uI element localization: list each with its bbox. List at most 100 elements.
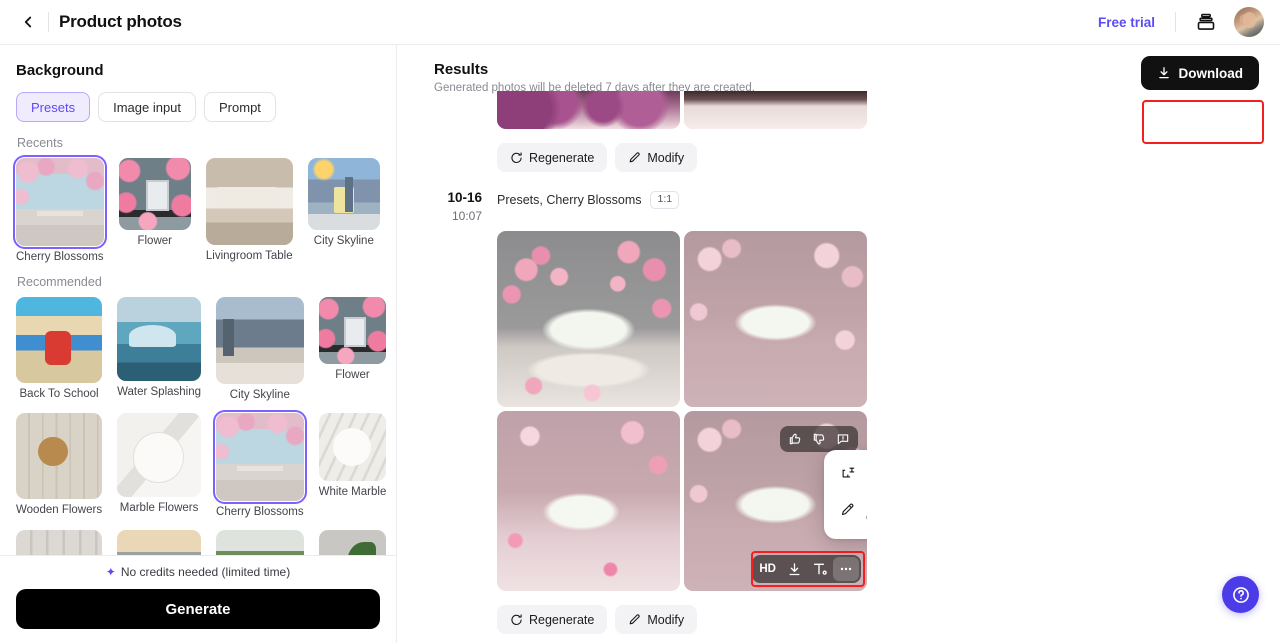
sidebar-scroll-area[interactable]: Background Presets Image input Prompt Re… xyxy=(0,45,396,555)
preset-row4-2[interactable] xyxy=(117,529,202,555)
context-menu-edit-in-image-editor[interactable]: Edit in image editor xyxy=(824,487,867,531)
preset-cherry-blossoms[interactable]: Cherry Blossoms xyxy=(13,155,107,263)
results-scroll-area[interactable]: Regenerate Modify 10-16 10:07 Presets, C… xyxy=(397,91,1280,643)
result-image-4[interactable]: HD xyxy=(684,411,867,591)
context-menu-edit-label: Edit in image editor xyxy=(866,494,867,524)
preset-label: Flower xyxy=(137,235,172,248)
preset-label: Cherry Blossoms xyxy=(16,250,104,263)
tab-presets[interactable]: Presets xyxy=(16,92,91,122)
image-stack-button[interactable] xyxy=(1190,6,1222,38)
more-options-button[interactable] xyxy=(833,557,859,581)
preset-grid-recents: Cherry Blossoms Flower Livingroom Table … xyxy=(13,155,380,263)
image-context-menu: Resize Edit in image editor xyxy=(824,450,867,539)
preset-label: Flower xyxy=(335,369,370,382)
preset-label: City Skyline xyxy=(229,389,290,402)
result-block-current: 10-16 10:07 Presets, Cherry Blossoms 1:1 xyxy=(397,172,1280,634)
preset-grid-recommended: Back To School Water Splashing City Skyl… xyxy=(16,296,387,555)
preset-flower-2[interactable]: Flower xyxy=(318,296,387,402)
image-download-button[interactable] xyxy=(781,557,807,581)
image-toolbar: HD xyxy=(752,555,861,583)
result-image-1[interactable] xyxy=(497,231,680,407)
topbar-divider-2 xyxy=(1175,12,1176,32)
preset-thumbnail xyxy=(216,296,304,385)
hd-button[interactable]: HD xyxy=(754,557,781,581)
rating-toolbar xyxy=(780,426,858,452)
preset-thumbnail xyxy=(16,529,103,555)
pencil-icon xyxy=(628,151,641,164)
preset-white-marble[interactable]: White Marble xyxy=(318,413,387,518)
preset-thumbnail xyxy=(216,529,304,555)
preset-thumbnail xyxy=(16,413,103,500)
main-body: Background Presets Image input Prompt Re… xyxy=(0,45,1280,643)
context-menu-resize[interactable]: Resize xyxy=(824,458,867,487)
modify-button-previous[interactable]: Modify xyxy=(615,143,698,172)
topbar-divider xyxy=(48,12,49,32)
preset-row4-1[interactable] xyxy=(16,529,103,555)
avatar[interactable] xyxy=(1234,7,1264,37)
preset-label: Wooden Flowers xyxy=(16,504,103,517)
preset-thumbnail xyxy=(213,410,307,504)
preset-thumbnail xyxy=(318,413,387,481)
result-image-3[interactable] xyxy=(497,411,680,591)
preset-thumbnail xyxy=(13,155,107,249)
preset-water-splashing[interactable]: Water Splashing xyxy=(117,296,202,402)
context-menu-resize-label: Resize xyxy=(866,465,867,480)
regenerate-button-previous[interactable]: Regenerate xyxy=(497,143,608,172)
background-section-title: Background xyxy=(16,62,104,79)
image-stack-icon xyxy=(1196,12,1216,32)
thumbs-up-button[interactable] xyxy=(784,428,806,450)
preset-row4-4[interactable] xyxy=(318,529,387,555)
result-actions-previous: Regenerate Modify xyxy=(434,129,1256,172)
result-images-grid: HD xyxy=(497,231,1256,591)
page-title: Product photos xyxy=(59,12,182,31)
refresh-icon xyxy=(510,151,523,164)
preset-city-skyline[interactable]: City Skyline xyxy=(307,158,380,263)
result-images-clipped xyxy=(497,91,1256,129)
tab-prompt[interactable]: Prompt xyxy=(204,92,276,122)
result-header-row: 10-16 10:07 Presets, Cherry Blossoms 1:1 xyxy=(434,172,1256,223)
tab-image-input[interactable]: Image input xyxy=(98,92,197,122)
topbar-right-group: Free trial xyxy=(1092,6,1264,38)
result-image-2[interactable] xyxy=(684,231,867,407)
preset-back-to-school[interactable]: Back To School xyxy=(16,296,103,402)
app-root: Product photos Free trial Background Pre… xyxy=(0,0,1280,643)
help-button[interactable] xyxy=(1222,576,1259,613)
result-meta: Presets, Cherry Blossoms 1:1 xyxy=(497,190,680,209)
result-meta-text: Presets, Cherry Blossoms xyxy=(497,192,642,207)
result-image-prev-2[interactable] xyxy=(684,91,867,129)
preset-thumbnail xyxy=(307,158,380,231)
results-title: Results xyxy=(434,61,489,78)
preset-city-skyline-2[interactable]: City Skyline xyxy=(216,296,304,402)
download-button-label: Download xyxy=(1178,65,1244,81)
preset-thumbnail xyxy=(205,158,293,245)
preset-label: Livingroom Table xyxy=(205,249,293,262)
download-button[interactable]: Download xyxy=(1140,56,1259,90)
help-circle-icon xyxy=(1231,585,1251,605)
thumbs-down-button[interactable] xyxy=(808,428,830,450)
modify-button[interactable]: Modify xyxy=(615,605,698,634)
text-tool-button[interactable] xyxy=(807,557,833,581)
preset-thumbnail xyxy=(318,529,387,555)
result-actions-current: Regenerate Modify xyxy=(434,591,1256,634)
refresh-icon xyxy=(510,613,523,626)
regenerate-button[interactable]: Regenerate xyxy=(497,605,608,634)
pencil-icon xyxy=(628,613,641,626)
download-icon xyxy=(1157,66,1171,80)
generate-button[interactable]: Generate xyxy=(16,589,380,629)
result-image-prev-1[interactable] xyxy=(497,91,680,129)
preset-flower[interactable]: Flower xyxy=(118,158,191,263)
preset-marble-flowers[interactable]: Marble Flowers xyxy=(117,413,202,518)
preset-label: Water Splashing xyxy=(117,385,202,398)
results-panel: Results Generated photos will be deleted… xyxy=(397,45,1280,643)
preset-row4-3[interactable] xyxy=(216,529,304,555)
preset-label: White Marble xyxy=(318,485,387,498)
preset-livingroom-table[interactable]: Livingroom Table xyxy=(205,158,293,263)
back-button[interactable] xyxy=(12,6,44,38)
feedback-button[interactable] xyxy=(832,428,854,450)
result-images-wrapper: HD xyxy=(434,231,1256,591)
credits-note: ✦ No credits needed (limited time) xyxy=(16,565,380,579)
preset-cherry-blossoms-2[interactable]: Cherry Blossoms xyxy=(213,410,307,518)
preset-wooden-flowers[interactable]: Wooden Flowers xyxy=(16,413,103,518)
free-trial-link[interactable]: Free trial xyxy=(1092,11,1161,34)
result-time: 10:07 xyxy=(451,209,482,223)
